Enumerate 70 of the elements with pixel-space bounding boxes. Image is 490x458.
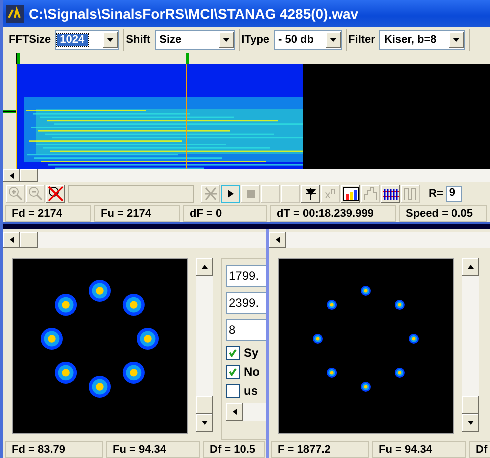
down-arrow-icon xyxy=(468,420,474,426)
marker-icon xyxy=(17,53,20,64)
up-arrow-icon xyxy=(468,264,474,270)
window-title: C:\Signals\SinalsForRS\MCI\STANAG 4285(0).wav xyxy=(29,6,359,22)
left-arrow-icon xyxy=(8,172,14,178)
dropdown-arrow-icon xyxy=(222,38,230,42)
status-field: Fu = 94.34 xyxy=(106,441,200,458)
scroll-down-button[interactable] xyxy=(462,414,479,432)
scroll-down-button[interactable] xyxy=(196,414,213,432)
status-field: dF = 0 xyxy=(183,205,267,222)
checkbox-label: No xyxy=(244,365,260,379)
checkbox[interactable] xyxy=(226,365,240,379)
left-arrow-icon xyxy=(8,237,14,243)
scroll-left-button[interactable] xyxy=(3,232,20,248)
combo-label: Shift xyxy=(126,34,151,46)
status-field: Fd = 2174 xyxy=(5,205,91,222)
horizontal-scrollbar[interactable] xyxy=(3,169,490,182)
status-field: Fu = 2174 xyxy=(94,205,180,222)
dropdown-arrow-icon xyxy=(107,38,114,42)
scroll-thumb[interactable] xyxy=(462,396,479,414)
combo-label: IType xyxy=(242,34,270,46)
scroll-left-button[interactable] xyxy=(269,232,286,248)
horizontal-scrollbar[interactable] xyxy=(269,232,490,248)
play-icon[interactable] xyxy=(226,189,236,199)
check-icon xyxy=(229,349,237,357)
status-field: Speed = 0.05 xyxy=(399,205,487,222)
status-field: dT = 00:18.239.999 xyxy=(270,205,396,222)
combo-label: Filter xyxy=(348,34,376,46)
dropdown[interactable]: - 50 db xyxy=(274,30,342,50)
scroll-thumb[interactable] xyxy=(20,232,38,248)
scroll-thumb[interactable] xyxy=(20,169,38,182)
level-marker-icon xyxy=(3,110,16,112)
dropdown[interactable]: Kiser, b=8 xyxy=(379,30,466,50)
status-field: F = 1877.2 xyxy=(271,441,369,458)
scroll-left-button[interactable] xyxy=(3,169,20,182)
input-field[interactable]: 8 xyxy=(226,319,266,341)
left-arrow-icon xyxy=(274,237,280,243)
scroll-up-button[interactable] xyxy=(462,258,479,276)
scroll-up-button[interactable] xyxy=(196,258,213,276)
checkbox[interactable] xyxy=(226,346,240,360)
dropdown-arrow-icon xyxy=(453,38,460,42)
check-icon xyxy=(229,368,237,376)
status-field: Fd = 83.79 xyxy=(5,441,103,458)
marker-icon xyxy=(186,53,189,64)
tool-button[interactable] xyxy=(221,185,240,203)
status-field: Fu = 94.34 xyxy=(372,441,466,458)
input-field[interactable]: 2399. xyxy=(226,292,266,314)
checkbox-label: Sy xyxy=(244,346,259,360)
left-arrow-icon xyxy=(232,409,238,415)
dropdown[interactable]: Size xyxy=(154,30,235,50)
horizontal-scrollbar[interactable] xyxy=(226,403,266,421)
scroll-thumb[interactable] xyxy=(196,396,213,414)
dropdown[interactable]: 1024 xyxy=(55,30,120,50)
r-input-field[interactable]: 9 xyxy=(446,186,462,202)
dropdown-arrow-icon xyxy=(330,38,337,42)
checkbox[interactable] xyxy=(226,384,240,398)
status-field: Df = 10.5 xyxy=(203,441,265,458)
up-arrow-icon xyxy=(202,264,208,270)
marker-icon[interactable] xyxy=(304,187,316,201)
combo-label: FFTSize xyxy=(9,34,52,46)
vertical-scrollbar[interactable] xyxy=(462,258,479,432)
down-arrow-icon xyxy=(202,420,208,426)
vertical-scrollbar[interactable] xyxy=(196,258,213,432)
app-logo-icon xyxy=(6,4,24,22)
checkbox-label: us xyxy=(244,384,258,398)
r-label: R= xyxy=(429,188,444,200)
input-field[interactable]: 1799. xyxy=(226,265,266,287)
scroll-left-button[interactable] xyxy=(226,403,243,421)
status-field: Df xyxy=(469,441,490,458)
horizontal-scrollbar[interactable] xyxy=(3,232,266,248)
